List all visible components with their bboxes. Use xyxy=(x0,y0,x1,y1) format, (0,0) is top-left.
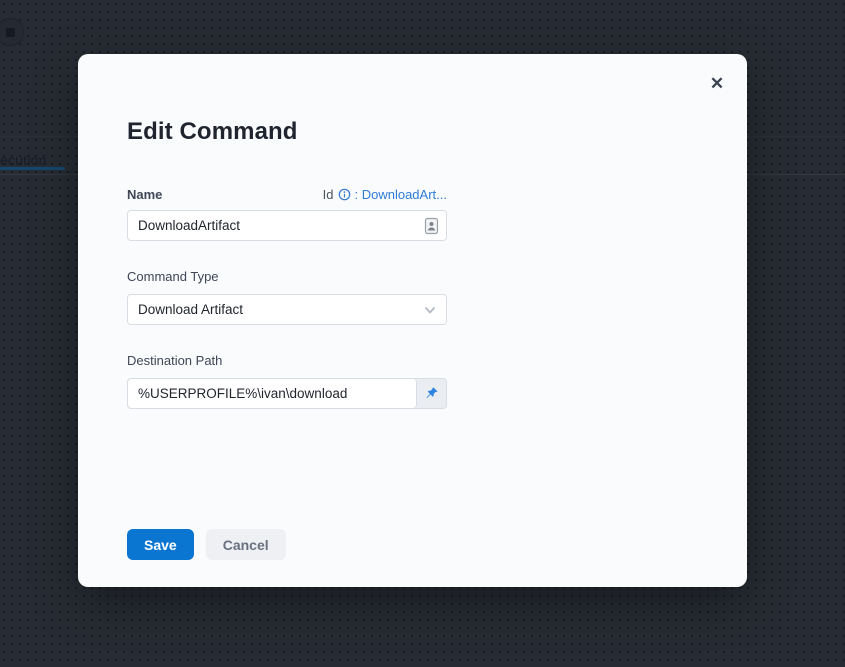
name-input-wrap xyxy=(127,210,447,241)
modal-actions: Save Cancel xyxy=(127,529,498,560)
destination-path-header: Destination Path xyxy=(127,352,498,370)
modal-content: Edit Command Name Id : DownloadArt... xyxy=(78,54,498,560)
command-type-header: Command Type xyxy=(127,268,498,286)
destination-path-label: Destination Path xyxy=(127,353,222,368)
save-button[interactable]: Save xyxy=(127,529,194,560)
edit-command-modal: ✕ Edit Command Name Id : DownloadArt... xyxy=(78,54,747,587)
id-label: Id xyxy=(323,187,334,202)
destination-path-input[interactable] xyxy=(128,379,417,408)
active-tab-underline xyxy=(0,167,65,170)
command-type-selected-value: Download Artifact xyxy=(138,302,243,317)
tab-execution[interactable]: ecution xyxy=(0,152,47,168)
pin-addon-button[interactable] xyxy=(417,379,446,408)
id-row: Id : DownloadArt... xyxy=(323,187,447,202)
close-button[interactable]: ✕ xyxy=(703,70,731,98)
pin-icon xyxy=(424,386,439,401)
close-icon: ✕ xyxy=(710,74,724,93)
page-title: Edit Command xyxy=(127,118,498,146)
cancel-button[interactable]: Cancel xyxy=(206,529,286,560)
name-input[interactable] xyxy=(127,210,447,241)
destination-path-group xyxy=(127,378,447,409)
command-type-select[interactable]: Download Artifact xyxy=(127,294,447,325)
contact-autofill-icon[interactable] xyxy=(424,217,439,235)
id-value-link[interactable]: : DownloadArt... xyxy=(355,187,448,202)
stop-button[interactable] xyxy=(0,18,24,46)
command-type-label: Command Type xyxy=(127,269,219,284)
stop-icon xyxy=(6,28,15,37)
tab-execution-label: ecution xyxy=(0,152,47,168)
name-field-header: Name Id : DownloadArt... xyxy=(127,187,447,202)
chevron-down-icon xyxy=(423,303,437,317)
info-icon[interactable] xyxy=(338,188,351,201)
name-label: Name xyxy=(127,187,162,202)
